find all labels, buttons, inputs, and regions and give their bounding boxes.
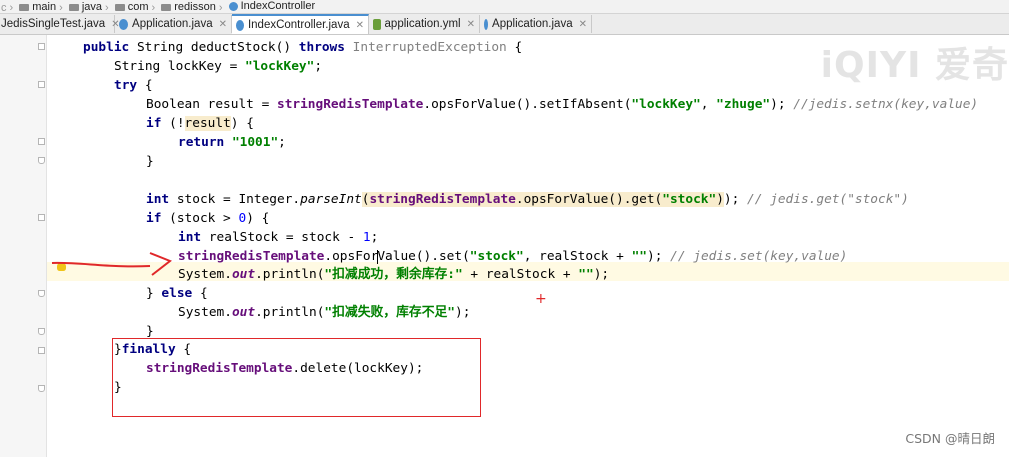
plus-cursor-icon: + [535, 291, 547, 307]
csdn-credit: CSDN @晴日朗 [905, 431, 995, 446]
red-box-annotation [112, 338, 481, 417]
